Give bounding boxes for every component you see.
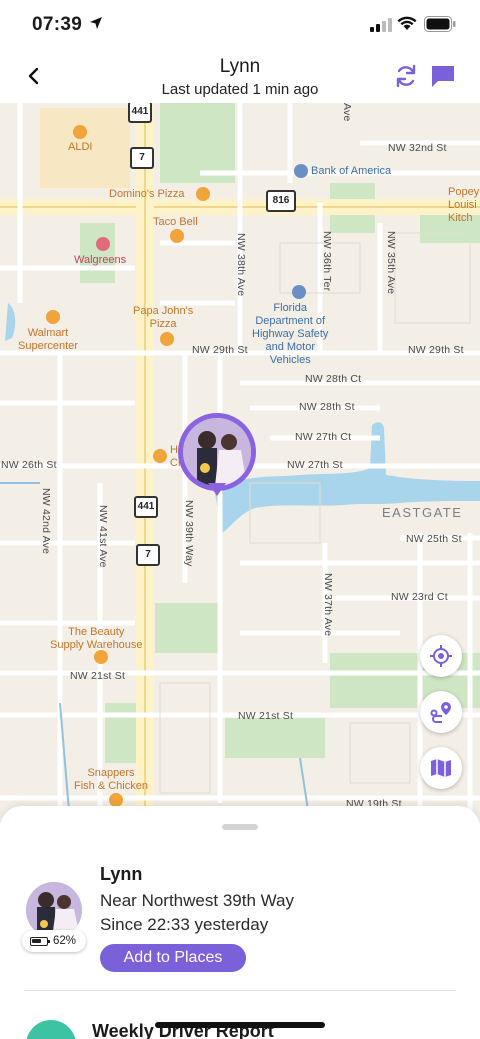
route-pin-icon [430,702,451,723]
pin-tip [208,483,226,496]
shopping-poi-icon[interactable] [94,650,108,664]
street-label: NW 41st Ave [97,505,109,568]
refresh-icon[interactable] [393,63,419,89]
sheet-grabber[interactable] [222,824,258,830]
driver-report-icon [26,1020,76,1039]
poi-aldi[interactable]: ALDI [68,141,92,154]
street-label: NW 38th Ave [235,233,247,297]
street-label: NW 35th Ave [385,231,397,295]
member-since: Since 22:33 yesterday [100,915,269,934]
map-icon [431,759,451,777]
food-poi-icon[interactable] [109,793,123,807]
bank-poi-icon[interactable] [294,164,308,178]
locate-me-button[interactable] [420,635,462,677]
chat-bubble-icon[interactable] [430,63,456,89]
battery-badge: 62% [22,930,86,952]
poi-walmart[interactable]: Walmart Supercenter [18,327,78,353]
food-poi-icon[interactable] [196,187,210,201]
street-label: NW 21st St [238,710,294,722]
battery-full-icon [424,16,456,32]
street-label: NW 32nd St [388,142,447,154]
add-to-places-button[interactable]: Add to Places [100,944,246,972]
street-label: NW 39th Way [183,500,195,567]
map-view[interactable]: 441 7 816 441 7 ALDI Domino's Pizza Taco… [0,103,480,823]
battery-fill [32,938,41,943]
street-label: NW 28th St [299,401,355,413]
poi-beauty-supply[interactable]: The Beauty Supply Warehouse [50,626,143,652]
member-photo [183,418,251,486]
bottom-sheet[interactable]: 62% Lynn Near Northwest 39th Way Since 2… [0,806,480,1039]
neighborhood-label: EASTGATE [382,505,463,520]
route-shield-fl816: 816 [266,190,296,212]
route-shield-us441: 441 [128,103,152,123]
cellular-signal-icon [370,18,392,32]
shopping-poi-icon[interactable] [46,310,60,324]
street-label: NW 37th Ave [322,573,334,637]
member-location-pin[interactable] [178,413,256,501]
street-label: NW 27th St [287,459,343,471]
divider [24,990,456,991]
map-type-button[interactable] [420,747,462,789]
wifi-icon [397,16,417,30]
battery-percent: 62% [53,935,77,947]
food-poi-icon[interactable] [153,449,167,463]
status-time: 07:39 [32,14,83,35]
status-bar: 07:39 [0,0,480,50]
poi-popeyes[interactable]: Popey Louisi Kitch [448,186,479,225]
directions-button[interactable] [420,691,462,733]
street-label: Ave [341,103,353,122]
poi-bank-of-america[interactable]: Bank of America [311,165,391,178]
food-poi-icon[interactable] [170,229,184,243]
poi-taco-bell[interactable]: Taco Bell [153,216,198,229]
poi-walgreens[interactable]: Walgreens [74,254,126,267]
street-label: NW 28th Ct [305,373,362,385]
street-label: NW 26th St [1,459,57,471]
route-shield-us441-b: 441 [134,496,158,518]
route-shield-fl7: 7 [130,147,154,169]
header: Lynn Last updated 1 min ago [0,50,480,103]
street-label: NW 25th St [406,533,462,545]
shopping-poi-icon[interactable] [73,125,87,139]
route-shield-fl7-b: 7 [136,544,160,566]
street-label: NW 36th Ter [321,231,333,292]
government-poi-icon[interactable] [292,285,306,299]
home-indicator [155,1022,325,1028]
crosshair-icon [430,645,452,667]
street-label: NW 29th St [192,344,248,356]
food-poi-icon[interactable] [160,332,174,346]
poi-fl-dept[interactable]: Florida Department of Highway Safety and… [252,302,328,367]
battery-icon [30,936,50,946]
pharmacy-poi-icon[interactable] [96,237,110,251]
street-label: NW 42nd Ave [40,488,52,555]
poi-dominos[interactable]: Domino's Pizza [109,188,184,201]
street-label: NW 29th St [408,344,464,356]
poi-snappers[interactable]: Snappers Fish & Chicken [74,767,148,793]
poi-papa-johns[interactable]: Papa John's Pizza [133,305,193,331]
street-label: NW 21st St [70,670,126,682]
member-location: Near Northwest 39th Way [100,891,294,910]
street-label: NW 27th Ct [295,431,352,443]
location-arrow-icon [90,17,102,29]
member-name: Lynn [100,864,143,884]
street-label: NW 23rd Ct [391,591,448,603]
